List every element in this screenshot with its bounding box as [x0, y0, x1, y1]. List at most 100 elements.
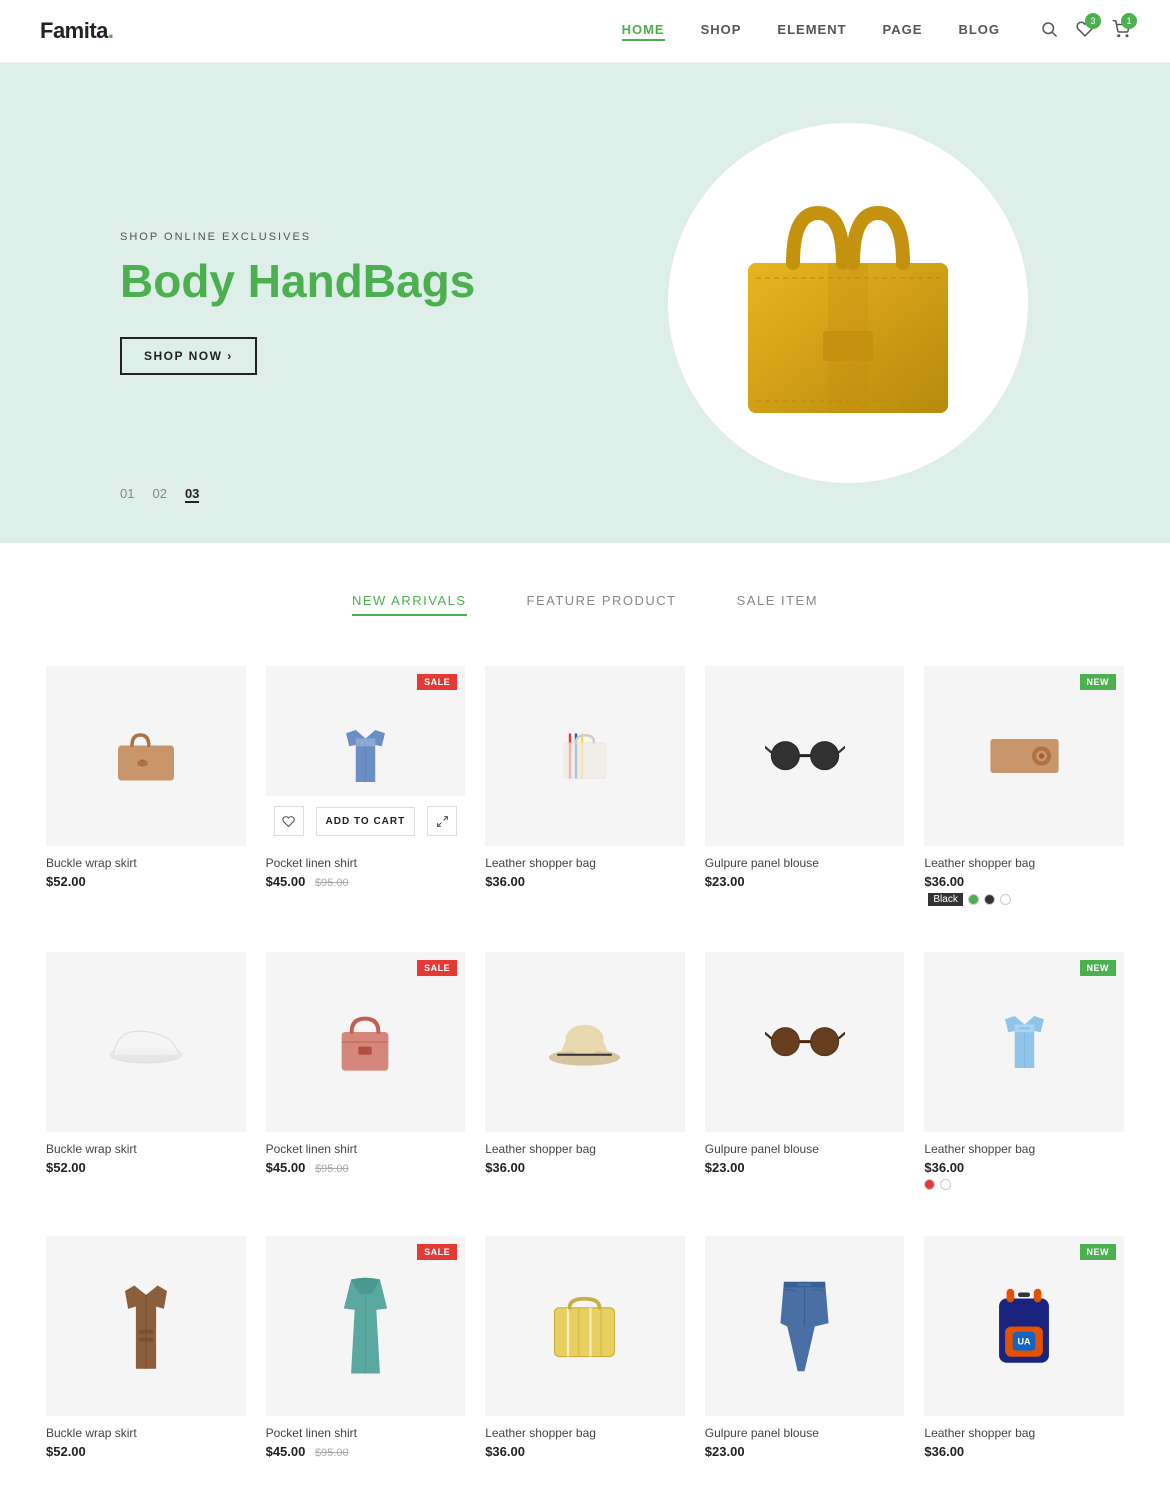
old-price: $95.00	[315, 1163, 349, 1175]
product-card[interactable]: Gulpure panel blouse $23.00	[695, 942, 915, 1206]
product-info: Pocket linen shirt $45.00 $95.00	[266, 1416, 466, 1465]
product-image	[111, 726, 181, 786]
new-badge: NEW	[1080, 960, 1117, 976]
product-card[interactable]: Gulpure panel blouse $23.00	[695, 656, 915, 922]
tab-feature-product[interactable]: FEATURE PRODUCT	[527, 593, 677, 616]
product-name: Leather shopper bag	[924, 856, 1124, 870]
sale-badge: SALE	[417, 674, 457, 690]
product-info: Leather shopper bag $36.00	[924, 1416, 1124, 1465]
hero-bag-image	[708, 173, 988, 433]
nav-shop[interactable]: SHOP	[701, 22, 742, 41]
nav-home[interactable]: HOME	[622, 22, 665, 41]
color-dot-green[interactable]	[968, 894, 979, 905]
product-price: $23.00	[705, 1444, 905, 1459]
hero-text: SHOP ONLINE EXCLUSIVES Body HandBags SHO…	[120, 231, 605, 376]
product-name: Leather shopper bag	[924, 1142, 1124, 1156]
product-card[interactable]: Leather shopper bag $36.00	[475, 942, 695, 1206]
product-name: Gulpure panel blouse	[705, 856, 905, 870]
product-info: Leather shopper bag $36.00	[485, 1132, 685, 1181]
product-image-wrap	[46, 666, 246, 846]
product-image-wrap: NEW	[924, 952, 1124, 1132]
hero-section: SHOP ONLINE EXCLUSIVES Body HandBags SHO…	[0, 63, 1170, 543]
tab-sale-item[interactable]: SALE ITEM	[737, 593, 818, 616]
product-name: Gulpure panel blouse	[705, 1426, 905, 1440]
product-image	[992, 1007, 1057, 1077]
product-price: $45.00 $95.00	[266, 874, 466, 889]
product-price: $36.00	[924, 1444, 1124, 1459]
hero-subtitle: SHOP ONLINE EXCLUSIVES	[120, 231, 605, 243]
product-card[interactable]: Buckle wrap skirt $52.00	[36, 656, 256, 922]
product-info: Leather shopper bag $36.00 Black	[924, 846, 1124, 912]
product-price: $45.00 $95.00	[266, 1160, 466, 1175]
nav-page[interactable]: PAGE	[883, 22, 923, 41]
product-card[interactable]: SALE ADD TO CART Pocket linen shirt $45.…	[256, 656, 476, 922]
product-card[interactable]: Buckle wrap skirt $52.00	[36, 1226, 256, 1475]
product-card[interactable]: Gulpure panel blouse $23.00	[695, 1226, 915, 1475]
product-price: $36.00	[924, 874, 1124, 889]
product-image-wrap	[705, 1236, 905, 1416]
product-image-wrap	[485, 1236, 685, 1416]
product-card[interactable]: NEW Leather shopper bag $36.00 Black	[914, 656, 1134, 922]
product-card[interactable]: NEW UA Leather shopper bag $36.00	[914, 1226, 1134, 1475]
indicator-2[interactable]: 02	[152, 486, 166, 503]
product-info: Buckle wrap skirt $52.00	[46, 1416, 246, 1465]
product-grid-row3: Buckle wrap skirt $52.00 SALE Pocket lin…	[0, 1206, 1170, 1475]
cart-button[interactable]: 1	[1112, 20, 1130, 43]
product-image	[111, 1271, 181, 1381]
color-options: Black	[924, 893, 1124, 906]
product-card[interactable]: NEW Leather shopper bag $36.00	[914, 942, 1134, 1206]
wishlist-button[interactable]	[274, 806, 304, 836]
svg-text:UA: UA	[1018, 1336, 1032, 1346]
product-info: Gulpure panel blouse $23.00	[705, 1416, 905, 1465]
color-options	[924, 1179, 1124, 1190]
color-dot-red[interactable]	[924, 1179, 935, 1190]
logo[interactable]: Famita.	[40, 18, 114, 44]
product-price: $36.00	[485, 1160, 685, 1175]
product-card[interactable]: Buckle wrap skirt $52.00	[36, 942, 256, 1206]
product-info: Gulpure panel blouse $23.00	[705, 1132, 905, 1181]
product-image-wrap: SALE ADD TO CART	[266, 666, 466, 846]
indicator-3[interactable]: 03	[185, 486, 199, 503]
product-name: Buckle wrap skirt	[46, 1142, 246, 1156]
product-image	[547, 1289, 622, 1364]
product-name: Buckle wrap skirt	[46, 856, 246, 870]
quick-view-button[interactable]	[427, 806, 457, 836]
sale-badge: SALE	[417, 960, 457, 976]
product-info: Leather shopper bag $36.00	[485, 1416, 685, 1465]
nav-blog[interactable]: BLOG	[958, 22, 1000, 41]
header-icons: 3 1	[1040, 20, 1130, 43]
product-image	[333, 721, 398, 791]
old-price: $95.00	[315, 1447, 349, 1459]
product-info: Leather shopper bag $36.00	[485, 846, 685, 895]
product-image-wrap	[485, 952, 685, 1132]
product-tabs: NEW ARRIVALS FEATURE PRODUCT SALE ITEM	[0, 543, 1170, 636]
hero-indicators: 01 02 03	[120, 486, 199, 503]
color-dot-black[interactable]	[984, 894, 995, 905]
product-name: Pocket linen shirt	[266, 1142, 466, 1156]
product-card[interactable]: SALE Pocket linen shirt $45.00 $95.00	[256, 1226, 476, 1475]
product-name: Gulpure panel blouse	[705, 1142, 905, 1156]
color-dot-white[interactable]	[940, 1179, 951, 1190]
product-image	[555, 720, 615, 792]
product-card[interactable]: SALE Pocket linen shirt $45.00 $95.00	[256, 942, 476, 1206]
add-to-cart-button[interactable]: ADD TO CART	[316, 807, 416, 836]
wishlist-button[interactable]: 3	[1076, 20, 1094, 43]
color-dot-white[interactable]	[1000, 894, 1011, 905]
product-card[interactable]: Leather shopper bag $36.00	[475, 1226, 695, 1475]
hero-shop-now-button[interactable]: SHOP NOW	[120, 337, 257, 375]
product-card[interactable]: Leather shopper bag $36.00	[475, 656, 695, 922]
product-info: Buckle wrap skirt $52.00	[46, 1132, 246, 1181]
search-button[interactable]	[1040, 20, 1058, 43]
tab-new-arrivals[interactable]: NEW ARRIVALS	[352, 593, 467, 616]
product-name: Leather shopper bag	[485, 1426, 685, 1440]
old-price: $95.00	[315, 877, 349, 889]
cart-count: 1	[1121, 13, 1137, 29]
new-badge: NEW	[1080, 1244, 1117, 1260]
product-image	[333, 1269, 398, 1384]
indicator-1[interactable]: 01	[120, 486, 134, 503]
product-name: Pocket linen shirt	[266, 856, 466, 870]
color-label: Black	[928, 893, 962, 906]
nav-element[interactable]: ELEMENT	[777, 22, 846, 41]
product-image-wrap: SALE	[266, 952, 466, 1132]
product-image	[777, 1269, 832, 1384]
